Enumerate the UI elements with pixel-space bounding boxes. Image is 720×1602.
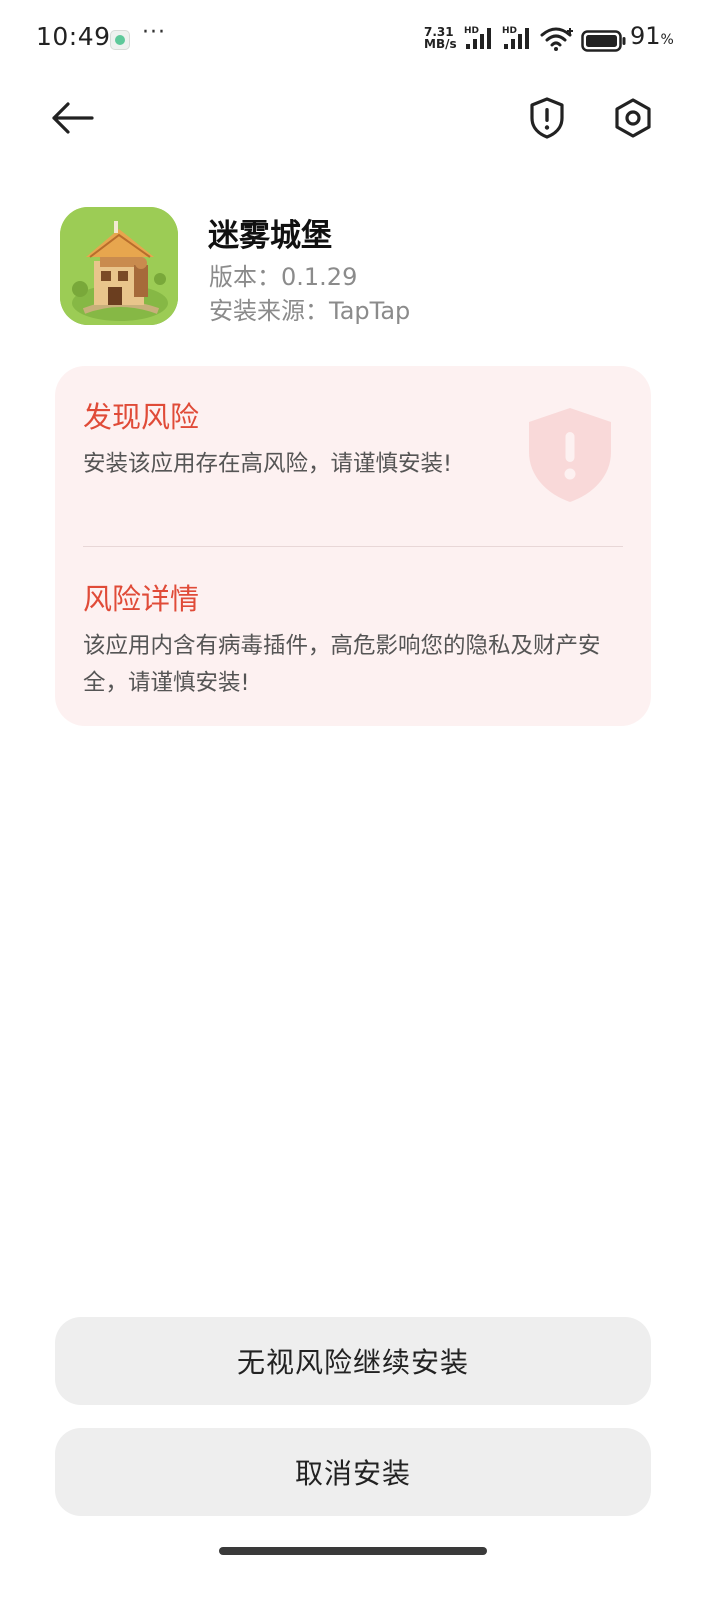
cancel-install-button[interactable]: 取消安装 xyxy=(55,1428,651,1516)
hexagon-gear-icon xyxy=(615,98,651,138)
signal-2-icon: HD xyxy=(502,26,534,50)
home-indicator[interactable] xyxy=(219,1547,487,1555)
version-value: 0.1.29 xyxy=(281,263,358,291)
back-button[interactable] xyxy=(44,94,100,142)
shield-exclamation-icon xyxy=(530,97,564,139)
source-label: 安装来源： xyxy=(209,297,329,325)
version-label: 版本： xyxy=(209,263,281,291)
network-speed-unit: MB/s xyxy=(424,37,457,51)
security-check-button[interactable] xyxy=(524,94,570,142)
app-version-row: 版本：0.1.29 xyxy=(209,257,357,292)
risk-detail-description: 该应用内含有病毒插件，高危影响您的隐私及财产安全，请谨慎安装! xyxy=(83,633,601,696)
more-notifications-icon: ··· xyxy=(142,20,166,45)
signal-2-hd-label: HD xyxy=(502,26,518,36)
settings-button[interactable] xyxy=(610,94,656,142)
risk-card: 发现风险 安装该应用存在高风险，请谨慎安装! 风险详情 该应用内含有病毒插件，高… xyxy=(55,366,651,726)
app-icon xyxy=(60,207,178,325)
status-bar: 10:49 ··· 7.31 MB/s HD HD 91% xyxy=(0,0,720,80)
battery-icon xyxy=(581,30,627,56)
battery-percent: 91% xyxy=(630,22,674,50)
risk-title: 发现风险 xyxy=(83,400,200,434)
network-speed: 7.31 MB/s xyxy=(424,26,464,50)
battery-percent-sign: % xyxy=(660,32,674,48)
app-name: 迷雾城堡 xyxy=(208,218,332,254)
app-source-row: 安装来源：TapTap xyxy=(209,291,410,326)
wifi-icon xyxy=(540,26,576,56)
status-time: 10:49 xyxy=(36,22,111,51)
battery-percent-value: 91 xyxy=(630,22,661,50)
source-value: TapTap xyxy=(329,297,411,325)
signal-1-icon: HD xyxy=(464,26,496,50)
arrow-left-icon xyxy=(52,102,94,134)
notification-app-icon xyxy=(110,30,130,50)
risk-description: 安装该应用存在高风险，请谨慎安装! xyxy=(83,451,453,477)
risk-shield-icon xyxy=(529,408,611,502)
signal-1-hd-label: HD xyxy=(464,26,480,36)
risk-divider xyxy=(83,546,623,547)
continue-install-button[interactable]: 无视风险继续安装 xyxy=(55,1317,651,1405)
risk-detail-title: 风险详情 xyxy=(83,582,200,616)
